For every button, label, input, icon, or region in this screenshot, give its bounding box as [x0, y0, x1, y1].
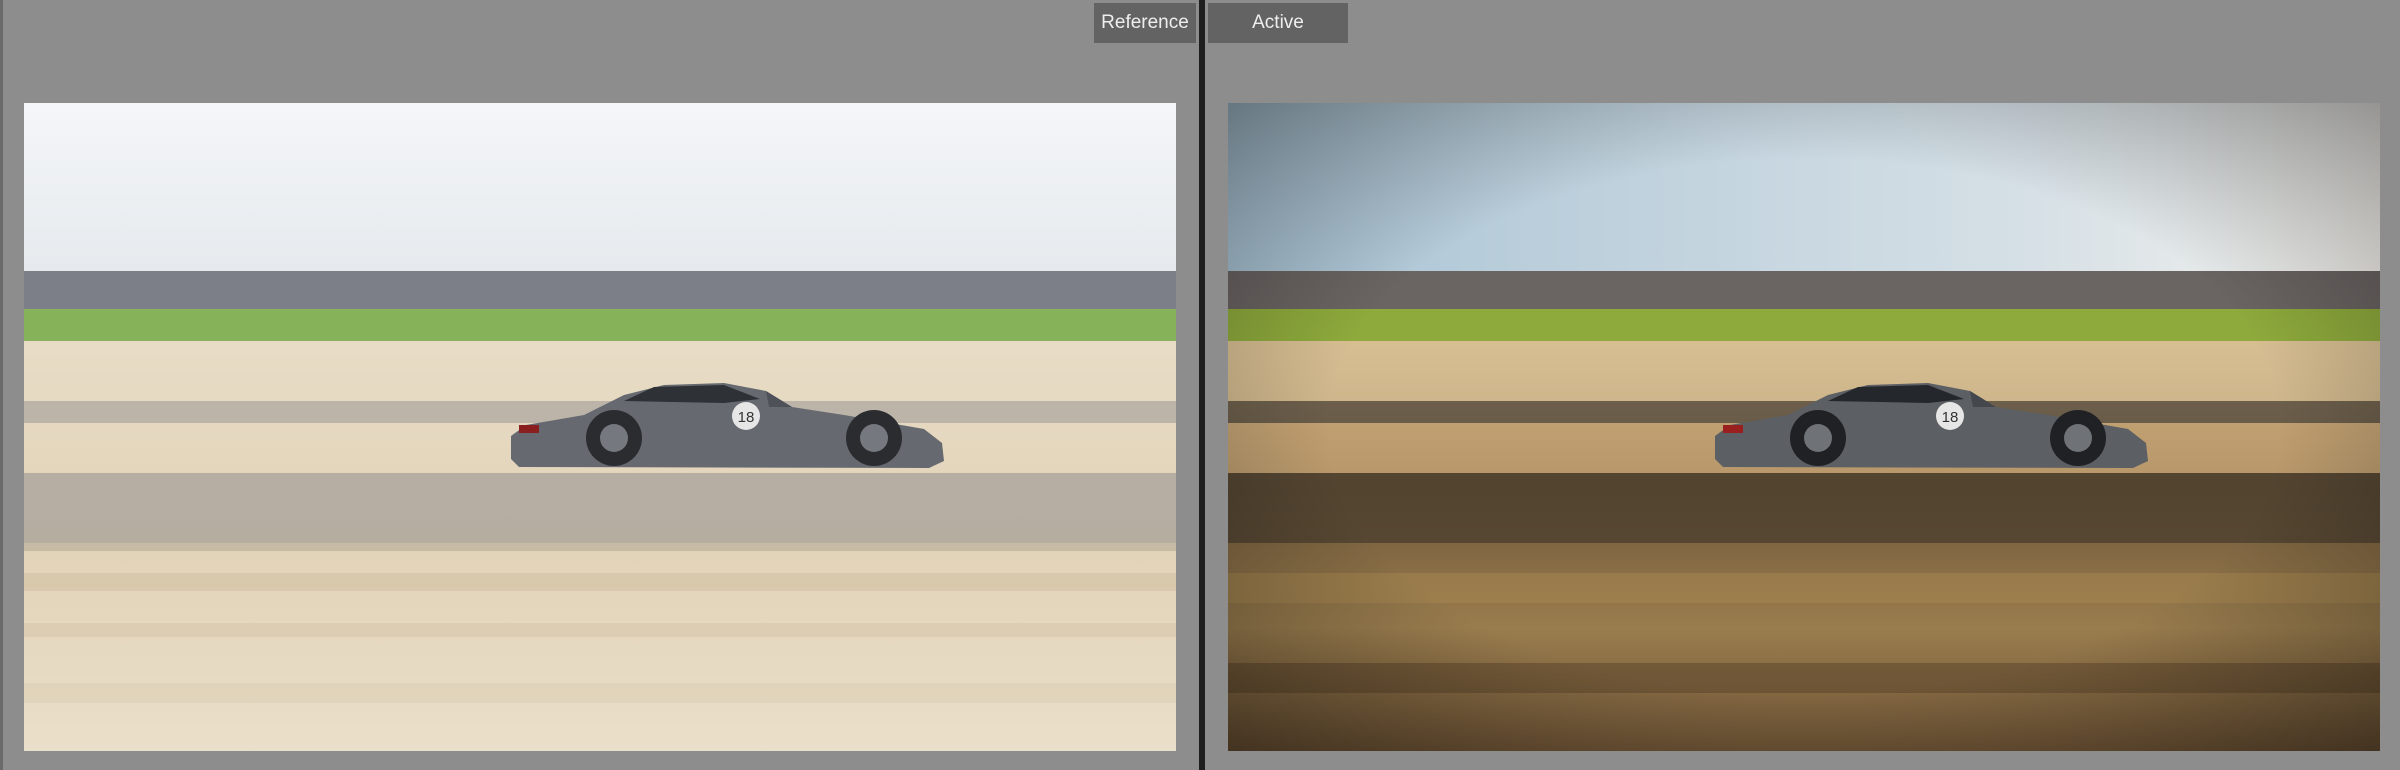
reference-label: Reference: [1094, 3, 1196, 43]
car-number: 18: [738, 409, 755, 426]
reference-photo-canvas: 18: [24, 103, 1176, 751]
active-photo[interactable]: 18: [1228, 103, 2380, 751]
active-photo-canvas: 18: [1228, 103, 2380, 751]
reference-photo[interactable]: 18: [24, 103, 1176, 751]
active-label: Active: [1208, 3, 1348, 43]
